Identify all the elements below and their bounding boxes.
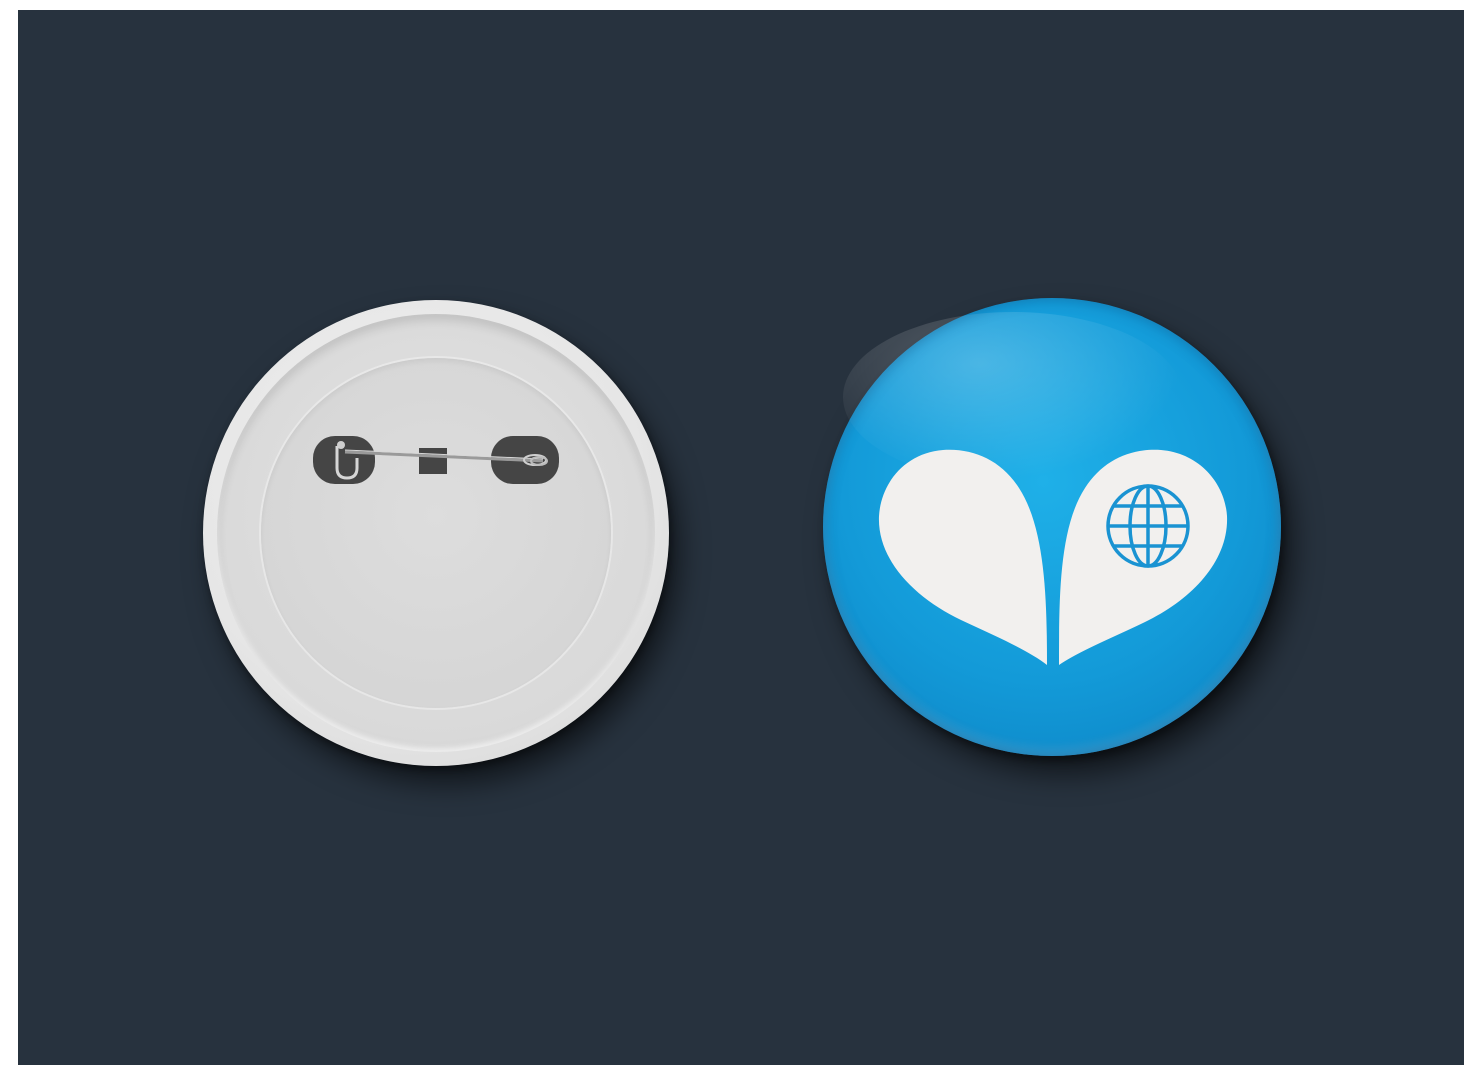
safety-pin-icon [313,436,559,484]
badge-back-face [261,358,611,708]
badge-front-edge [823,298,1281,756]
badge-back-side [203,300,669,766]
badge-front-side [823,298,1281,756]
badge-mockup-scene [18,10,1464,1065]
